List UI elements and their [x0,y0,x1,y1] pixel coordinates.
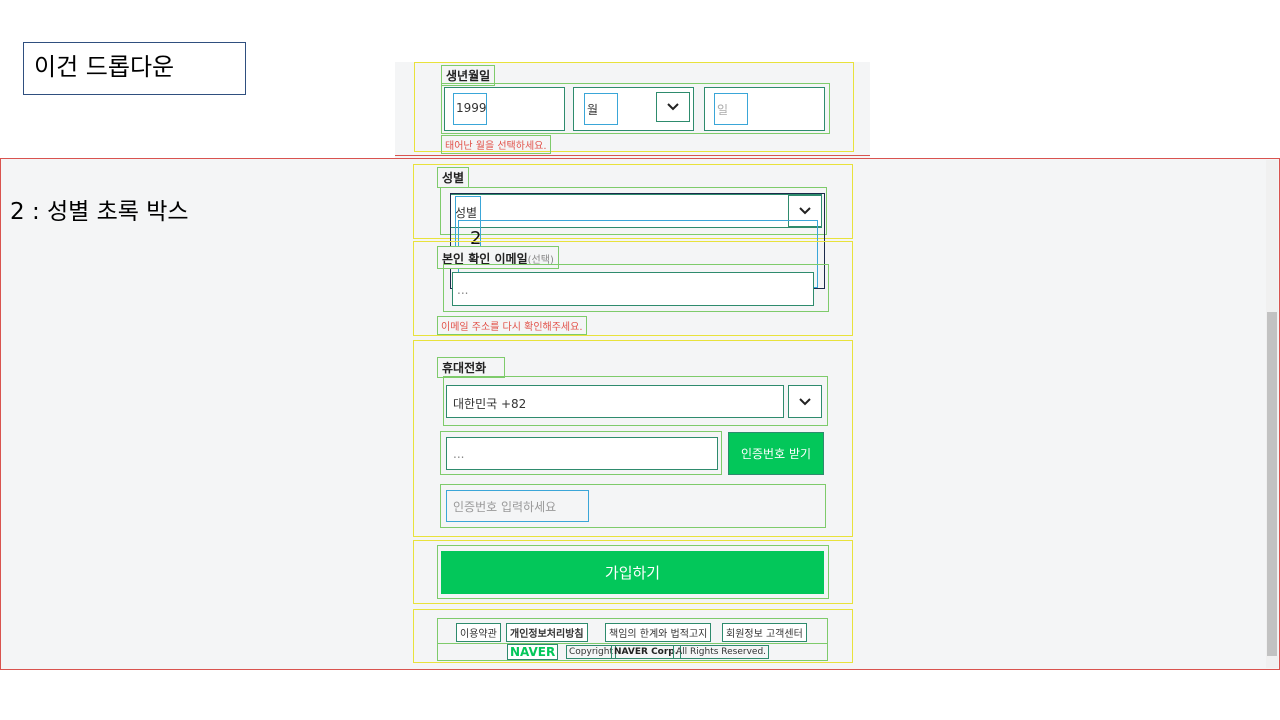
gender-label: 성별 [437,167,470,188]
email-input[interactable]: ... [452,272,814,306]
signup-button[interactable]: 가입하기 [441,551,824,594]
email-error: 이메일 주소를 다시 확인해주세요. [437,316,587,335]
birthday-error: 태어난 월을 선택하세요. [441,135,551,154]
scrollbar-thumb[interactable] [1267,312,1277,656]
footer-rights: All Rights Reserved. [673,645,770,659]
gender-note: 2 : 성별 초록 박스 [10,199,189,225]
year-input[interactable]: 1999 [453,93,487,125]
country-select[interactable]: 대한민국 +82 [446,385,784,418]
divider [395,155,870,156]
chevron-down-icon[interactable] [788,385,822,418]
request-code-button[interactable]: 인증번호 받기 [728,432,824,475]
month-value: 월 [584,93,618,125]
footer-link-disclaimer[interactable]: 책임의 한계와 법적고지 [605,623,712,642]
chevron-down-icon[interactable] [656,92,690,122]
footer-link-terms[interactable]: 이용약관 [456,623,501,642]
footer-link-support[interactable]: 회원정보 고객센터 [722,623,807,642]
footer-copyright: Copyright [566,645,616,659]
phone-number-input[interactable]: ... [446,437,718,470]
phone-label: 휴대전화 [437,357,506,378]
footer-corp: NAVER Corp. [611,645,682,659]
code-input[interactable]: 인증번호 입력하세요 [446,490,589,522]
day-input[interactable]: 일 [714,93,748,125]
naver-logo[interactable]: NAVER [507,644,559,660]
footer-link-privacy[interactable]: 개인정보처리방침 [506,623,588,642]
dropdown-note: 이건 드롭다운 [23,42,246,95]
